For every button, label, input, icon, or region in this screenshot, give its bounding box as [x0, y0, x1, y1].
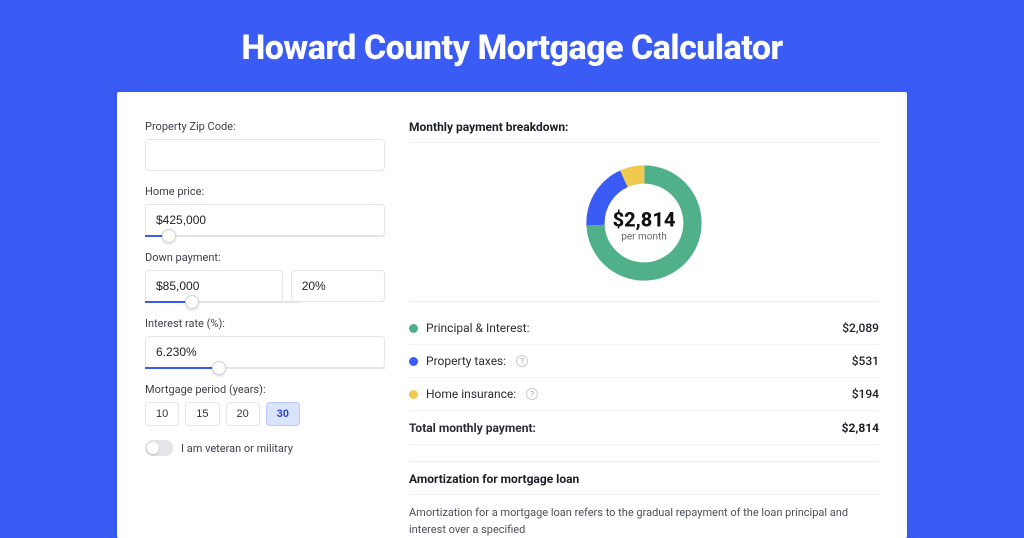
- down-payment-pct-input[interactable]: [291, 270, 385, 302]
- legend-label: Principal & Interest:: [426, 321, 530, 335]
- amortization-title: Amortization for mortgage loan: [409, 472, 879, 494]
- down-payment-slider[interactable]: [145, 301, 301, 303]
- legend-taxes: Property taxes: ? $531: [409, 345, 879, 378]
- period-group: Mortgage period (years): 10 15 20 30: [145, 383, 385, 426]
- legend-value: $194: [852, 387, 879, 401]
- divider: [409, 142, 879, 143]
- period-btn-15[interactable]: 15: [185, 402, 219, 426]
- legend-label: Property taxes:: [426, 354, 506, 368]
- divider: [409, 461, 879, 462]
- slider-thumb[interactable]: [212, 361, 226, 375]
- home-price-slider[interactable]: [145, 235, 385, 237]
- down-payment-group: Down payment:: [145, 251, 385, 303]
- amortization-section: Amortization for mortgage loan Amortizat…: [409, 461, 879, 538]
- interest-rate-input[interactable]: [145, 336, 385, 368]
- period-btn-10[interactable]: 10: [145, 402, 179, 426]
- zip-label: Property Zip Code:: [145, 120, 385, 133]
- interest-rate-slider[interactable]: [145, 367, 385, 369]
- down-payment-label: Down payment:: [145, 251, 385, 264]
- home-price-label: Home price:: [145, 185, 385, 198]
- legend-label: Home insurance:: [426, 387, 516, 401]
- slider-thumb[interactable]: [162, 229, 176, 243]
- slider-thumb[interactable]: [185, 295, 199, 309]
- breakdown-title: Monthly payment breakdown:: [409, 120, 879, 142]
- breakdown-column: Monthly payment breakdown: $2,814 per mo…: [409, 120, 879, 538]
- legend-principal: Principal & Interest: $2,089: [409, 312, 879, 345]
- interest-rate-group: Interest rate (%):: [145, 317, 385, 369]
- divider: [409, 301, 879, 302]
- legend-value: $2,089: [842, 321, 879, 335]
- veteran-label: I am veteran or military: [181, 442, 293, 455]
- donut-center: $2,814 per month: [613, 207, 676, 242]
- period-btn-20[interactable]: 20: [226, 402, 260, 426]
- divider: [409, 494, 879, 495]
- form-column: Property Zip Code: Home price: Down paym…: [145, 120, 385, 538]
- dot-green-icon: [409, 324, 418, 333]
- veteran-row: I am veteran or military: [145, 440, 385, 456]
- interest-rate-label: Interest rate (%):: [145, 317, 385, 330]
- total-label: Total monthly payment:: [409, 421, 536, 435]
- period-label: Mortgage period (years):: [145, 383, 385, 396]
- calculator-card: Property Zip Code: Home price: Down paym…: [117, 92, 907, 538]
- home-price-input[interactable]: [145, 204, 385, 236]
- legend-total: Total monthly payment: $2,814: [409, 411, 879, 445]
- legend-insurance: Home insurance: ? $194: [409, 378, 879, 411]
- down-payment-input[interactable]: [145, 270, 283, 302]
- zip-input[interactable]: [145, 139, 385, 171]
- donut-chart: $2,814 per month: [409, 153, 879, 301]
- period-btn-30[interactable]: 30: [266, 402, 300, 426]
- period-options: 10 15 20 30: [145, 402, 385, 426]
- info-icon[interactable]: ?: [526, 388, 538, 400]
- donut-sub: per month: [613, 231, 676, 242]
- zip-field-group: Property Zip Code:: [145, 120, 385, 171]
- legend-value: $531: [852, 354, 879, 368]
- info-icon[interactable]: ?: [516, 355, 528, 367]
- donut-amount: $2,814: [613, 207, 676, 231]
- home-price-group: Home price:: [145, 185, 385, 237]
- total-value: $2,814: [842, 421, 879, 435]
- dot-yellow-icon: [409, 390, 418, 399]
- dot-blue-icon: [409, 357, 418, 366]
- page-title: Howard County Mortgage Calculator: [0, 0, 1024, 92]
- veteran-toggle[interactable]: [145, 440, 173, 456]
- amortization-body: Amortization for a mortgage loan refers …: [409, 505, 879, 538]
